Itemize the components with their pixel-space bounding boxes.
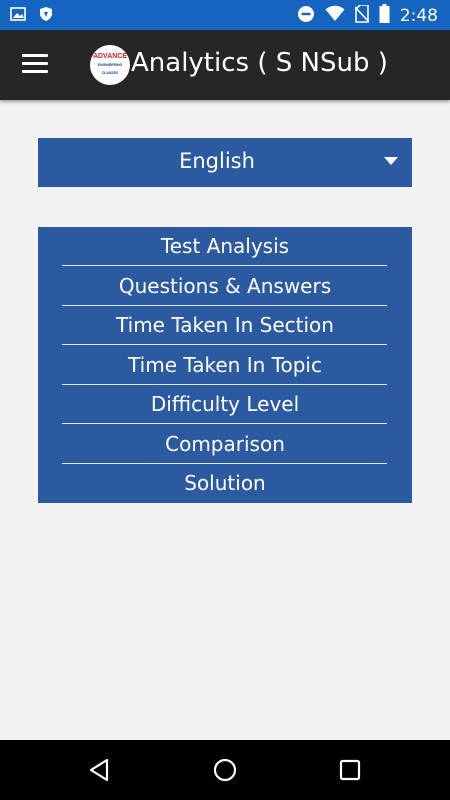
home-icon[interactable] — [212, 757, 238, 783]
logo-subtext: ENGINEERING CLASSES — [97, 63, 123, 75]
language-dropdown[interactable]: English — [38, 138, 412, 187]
menu-item-comparison[interactable]: Comparison — [38, 425, 412, 464]
shield-icon — [38, 6, 54, 26]
image-icon — [10, 6, 26, 26]
app-bar: ADVANCE ENGINEERING CLASSES Analytics ( … — [0, 30, 450, 100]
dropdown-arrow-icon — [384, 157, 398, 165]
menu-icon[interactable] — [22, 54, 48, 76]
battery-icon — [379, 4, 390, 28]
menu-divider — [62, 265, 387, 266]
app-logo: ADVANCE ENGINEERING CLASSES — [90, 45, 130, 85]
logo-text: ADVANCE — [92, 53, 128, 60]
dnd-icon — [297, 5, 315, 28]
menu-item-test-analysis[interactable]: Test Analysis — [38, 227, 412, 266]
clock-time: 2:48 — [399, 6, 438, 26]
menu-item-time-taken-topic[interactable]: Time Taken In Topic — [38, 346, 412, 385]
menu-divider — [62, 344, 387, 345]
analysis-menu: Test Analysis Questions & Answers Time T… — [38, 227, 412, 503]
menu-item-solution[interactable]: Solution — [38, 464, 412, 503]
page-title: Analytics ( S NSub ) — [131, 48, 388, 78]
no-sim-icon — [354, 3, 370, 28]
wifi-icon — [325, 5, 345, 28]
menu-item-questions-answers[interactable]: Questions & Answers — [38, 267, 412, 306]
navigation-bar — [0, 740, 450, 800]
recents-icon[interactable] — [337, 757, 363, 783]
menu-item-difficulty-level[interactable]: Difficulty Level — [38, 385, 412, 424]
menu-item-time-taken-section[interactable]: Time Taken In Section — [38, 306, 412, 345]
back-icon[interactable] — [87, 757, 113, 783]
language-selected-label: English — [179, 149, 255, 173]
menu-divider — [62, 423, 387, 424]
status-bar: 2:48 — [0, 0, 450, 30]
